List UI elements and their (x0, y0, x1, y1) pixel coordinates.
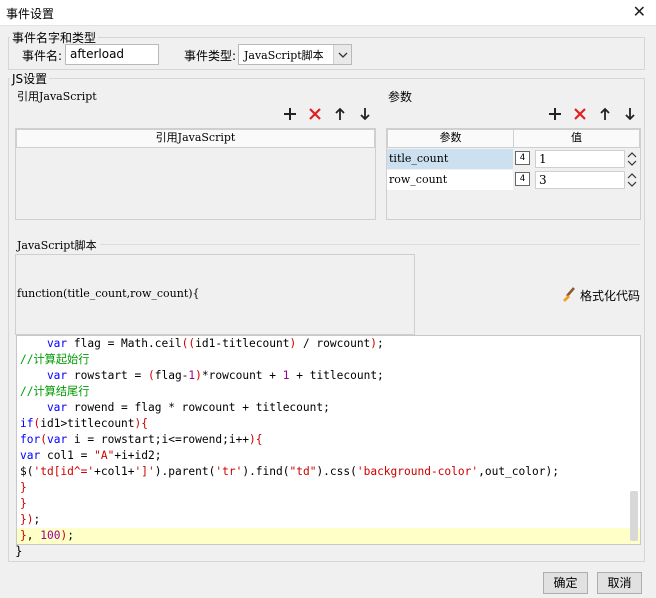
scrollbar-thumb[interactable] (630, 491, 638, 541)
script-title: JavaScript脚本 (17, 239, 97, 252)
arrow-up-icon[interactable] (331, 105, 349, 123)
code-editor[interactable]: var flag = Math.ceil((id1-titlecount) / … (16, 335, 641, 545)
param-arrow-up-icon[interactable] (596, 105, 614, 123)
code-line: //计算结尾行 (20, 385, 90, 398)
code-line: } (20, 497, 27, 510)
code-line: var col1 = "A"+i+id2; (20, 449, 162, 462)
code-line: } (20, 481, 27, 494)
event-type-select[interactable]: JavaScript脚本 (238, 44, 352, 65)
code-scrollbar[interactable] (629, 336, 639, 544)
event-type-label: 事件类型: (184, 49, 237, 63)
params-column-name[interactable]: 参数 (387, 129, 514, 148)
code-line: //计算起始行 (20, 353, 90, 366)
param-name-cell[interactable]: row_count (387, 170, 513, 190)
window-title: 事件设置 (6, 7, 55, 21)
param-value-cell[interactable]: 3 (535, 171, 625, 189)
function-signature-box: function(title_count,row_count){ (15, 254, 415, 335)
event-name-label: 事件名: (22, 49, 63, 63)
number-type-icon: 4 (515, 151, 530, 165)
ref-js-title: 引用JavaScript (17, 90, 97, 103)
js-group-legend: JS设置 (10, 70, 50, 87)
code-line: }, 100); (17, 528, 640, 544)
closing-brace: } (15, 544, 23, 558)
title-bar: 事件设置 ✕ (0, 0, 656, 26)
code-line: for(var i = rowstart;i<=rowend;i++){ (20, 433, 263, 446)
param-name-cell[interactable]: title_count (387, 149, 513, 169)
code-line: var flag = Math.ceil((id1-titlecount) / … (20, 337, 384, 350)
divider (100, 244, 640, 245)
stepper-arrows-icon[interactable] (626, 150, 638, 168)
event-type-value: JavaScript脚本 (244, 49, 324, 62)
add-icon[interactable] (281, 105, 299, 123)
delete-icon[interactable] (306, 105, 324, 123)
param-arrow-down-icon[interactable] (621, 105, 639, 123)
code-line: var rowstart = (flag-1)*rowcount + 1 + t… (20, 369, 384, 382)
param-value-text: 3 (539, 173, 547, 187)
format-code-label: 格式化代码 (580, 289, 641, 303)
arrow-down-icon[interactable] (356, 105, 374, 123)
code-line: $('td[id^='+col1+']').parent('tr').find(… (20, 465, 559, 478)
ok-button[interactable]: 确定 (543, 572, 588, 594)
ref-js-column-header[interactable]: 引用JavaScript (16, 129, 375, 148)
code-line: }); (20, 513, 41, 526)
stepper-arrows-icon[interactable] (626, 171, 638, 189)
params-table[interactable]: 参数 值 title_count 4 1 row_count 4 3 (386, 128, 641, 220)
params-column-value[interactable]: 值 (513, 129, 640, 148)
chevron-down-icon[interactable] (333, 45, 351, 64)
table-row[interactable]: title_count 4 1 (387, 149, 640, 169)
param-value-text: 1 (539, 152, 547, 166)
param-delete-icon[interactable] (571, 105, 589, 123)
cancel-button[interactable]: 取消 (597, 572, 642, 594)
close-icon[interactable]: ✕ (633, 3, 646, 21)
table-row[interactable]: row_count 4 3 (387, 170, 640, 190)
brush-icon (560, 286, 578, 304)
code-line: var rowend = flag * rowcount + titlecoun… (20, 401, 330, 414)
code-line: if(id1>titlecount){ (20, 417, 149, 430)
event-name-input[interactable]: afterload (65, 44, 159, 65)
number-type-icon: 4 (515, 172, 530, 186)
function-signature: function(title_count,row_count){ (17, 287, 200, 300)
param-value-cell[interactable]: 1 (535, 150, 625, 168)
ref-js-list[interactable]: 引用JavaScript (15, 128, 376, 220)
params-title: 参数 (388, 90, 413, 104)
param-add-icon[interactable] (546, 105, 564, 123)
format-code-button[interactable]: 格式化代码 (560, 285, 642, 305)
